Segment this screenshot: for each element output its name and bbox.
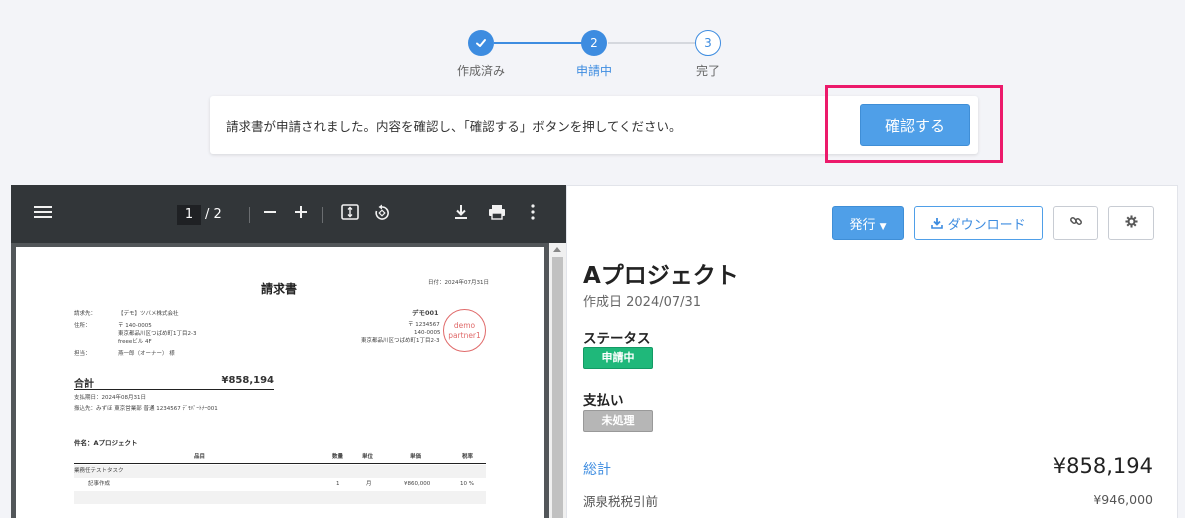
issue-button[interactable]: 発行 ▼ bbox=[832, 206, 904, 240]
issue-button-label: 発行 bbox=[849, 217, 876, 233]
row-item-unit: 月 bbox=[366, 481, 372, 487]
step-applying-number: 2 bbox=[581, 30, 607, 56]
zoom-out-icon[interactable] bbox=[259, 204, 281, 224]
total-value: ¥858,194 bbox=[1052, 454, 1153, 478]
print-icon[interactable] bbox=[486, 204, 508, 225]
stamp-line1: demo bbox=[453, 321, 476, 330]
address-line2: freeeビル 4F bbox=[118, 339, 152, 345]
due-date: 支払期日：2024年08月31日 bbox=[74, 395, 146, 401]
link-button[interactable] bbox=[1053, 206, 1098, 240]
bill-to-label: 請求先： bbox=[74, 311, 97, 317]
table-row: 記事作成 1 月 ¥860,000 10 % bbox=[74, 478, 486, 491]
scroll-thumb[interactable] bbox=[552, 257, 563, 518]
col-price: 単価 bbox=[410, 454, 422, 460]
attn-value: 燕一郎（オーナー） 様 bbox=[118, 351, 175, 357]
invoice-total-label: 合計 bbox=[74, 379, 94, 390]
row-item-name: 記事作成 bbox=[88, 481, 111, 487]
issuer-zip2: 140-0005 bbox=[414, 330, 441, 336]
step-created: 作成済み bbox=[441, 30, 521, 79]
pdf-page: 請求書 日付：2024年07月31日 請求先： 【デモ】ツバメ株式会社 住所： … bbox=[16, 247, 544, 518]
step-applying-label: 申請中 bbox=[575, 64, 612, 78]
company-stamp: demo partner1 bbox=[443, 309, 486, 352]
stamp-line2: partner1 bbox=[448, 331, 481, 340]
row-group-name: 業務任テストタスク bbox=[74, 468, 124, 474]
settings-button[interactable] bbox=[1108, 206, 1154, 240]
pdf-scrollbar[interactable] bbox=[549, 243, 566, 518]
confirm-button-highlight bbox=[825, 85, 1003, 163]
address-label: 住所： bbox=[74, 323, 91, 329]
download-icon bbox=[931, 217, 947, 233]
download-icon[interactable] bbox=[450, 204, 472, 225]
total-link[interactable]: 総計 bbox=[583, 459, 611, 479]
pre-withholding-label: 源泉税税引前 bbox=[583, 494, 659, 509]
page-count: / 2 bbox=[205, 205, 222, 225]
payment-label: 支払い bbox=[583, 393, 624, 409]
col-tax: 税率 bbox=[462, 454, 474, 460]
col-qty: 数量 bbox=[332, 454, 344, 460]
bill-to-value: 【デモ】ツバメ株式会社 bbox=[118, 311, 179, 317]
issuer-company: デモ001 bbox=[412, 309, 439, 317]
project-title: Aプロジェクト bbox=[583, 263, 739, 289]
row-item-qty: 1 bbox=[336, 481, 340, 487]
menu-icon[interactable] bbox=[32, 204, 54, 224]
col-unit: 単位 bbox=[362, 454, 374, 460]
step-complete: 3 完了 bbox=[668, 30, 748, 79]
pre-withholding-value: ¥946,000 bbox=[1093, 492, 1153, 507]
caret-down-icon: ▼ bbox=[879, 221, 887, 232]
scroll-up-icon[interactable] bbox=[553, 247, 561, 252]
progress-stepper: 作成済み 2 申請中 3 完了 bbox=[440, 30, 740, 80]
attn-label: 担当： bbox=[74, 351, 91, 357]
table-row: 業務任テストタスク bbox=[74, 465, 486, 478]
invoice-title: 請求書 bbox=[261, 282, 298, 296]
status-badge: 申請中 bbox=[583, 347, 653, 369]
invoice-project: 件名：Aプロジェクト bbox=[74, 439, 138, 447]
more-icon[interactable] bbox=[522, 204, 544, 225]
step-complete-label: 完了 bbox=[695, 64, 720, 78]
check-icon bbox=[468, 30, 494, 56]
download-button[interactable]: ダウンロード bbox=[914, 206, 1043, 240]
table-row bbox=[74, 491, 486, 504]
status-label: ステータス bbox=[583, 331, 651, 347]
notice-message: 請求書が申請されました。内容を確認し、「確認する」ボタンを押してください。 bbox=[226, 119, 682, 134]
col-item: 品目 bbox=[194, 454, 206, 460]
total-pages: 2 bbox=[213, 207, 222, 222]
fit-page-icon[interactable] bbox=[339, 204, 361, 225]
created-date: 作成日 2024/07/31 bbox=[583, 295, 702, 310]
pdf-viewer: 1 / 2 請求書 日付：2024年07月31日 請求先： 【デモ】ツバメ株式会… bbox=[11, 185, 566, 518]
invoice-date: 日付：2024年07月31日 bbox=[428, 280, 489, 286]
address-zip: 〒 140-0005 bbox=[118, 323, 152, 329]
payment-badge: 未処理 bbox=[583, 410, 653, 432]
toolbar-divider bbox=[249, 207, 250, 223]
step-created-label: 作成済み bbox=[456, 64, 505, 78]
address-line1: 東京都品川区つばめ町1丁目2-3 bbox=[118, 331, 197, 337]
rotate-icon[interactable] bbox=[371, 204, 393, 227]
invoice-table-header: 品目 数量 単位 単価 税率 bbox=[74, 453, 486, 464]
page-separator: / bbox=[205, 207, 210, 222]
gear-icon bbox=[1124, 214, 1138, 232]
download-button-label: ダウンロード bbox=[947, 217, 1026, 233]
invoice-total-row: 合計 ¥858,194 bbox=[74, 374, 274, 390]
issuer-address: 東京都品川区つばめ町1丁目2-3 bbox=[361, 338, 440, 344]
zoom-in-icon[interactable] bbox=[290, 204, 312, 224]
invoice-total-amount: ¥858,194 bbox=[221, 375, 274, 386]
row-item-tax: 10 % bbox=[460, 481, 474, 487]
link-icon bbox=[1069, 217, 1083, 232]
pdf-toolbar: 1 / 2 bbox=[11, 185, 566, 243]
step-applying: 2 申請中 bbox=[554, 30, 634, 79]
page-number-input[interactable]: 1 bbox=[177, 205, 201, 225]
toolbar-divider bbox=[322, 207, 323, 223]
bank-info: 振込先：みずほ 東京営業部 普通 1234567 ﾃﾞﾓﾊﾟｰﾄﾅｰ001 bbox=[74, 406, 218, 412]
row-item-price: ¥860,000 bbox=[404, 481, 431, 487]
step-complete-number: 3 bbox=[695, 30, 721, 56]
issuer-zip: 〒 1234567 bbox=[408, 322, 440, 328]
invoice-detail-panel: 発行 ▼ ダウンロード Aプロジェクト 作成日 2024/07/31 ステータス… bbox=[566, 185, 1178, 518]
